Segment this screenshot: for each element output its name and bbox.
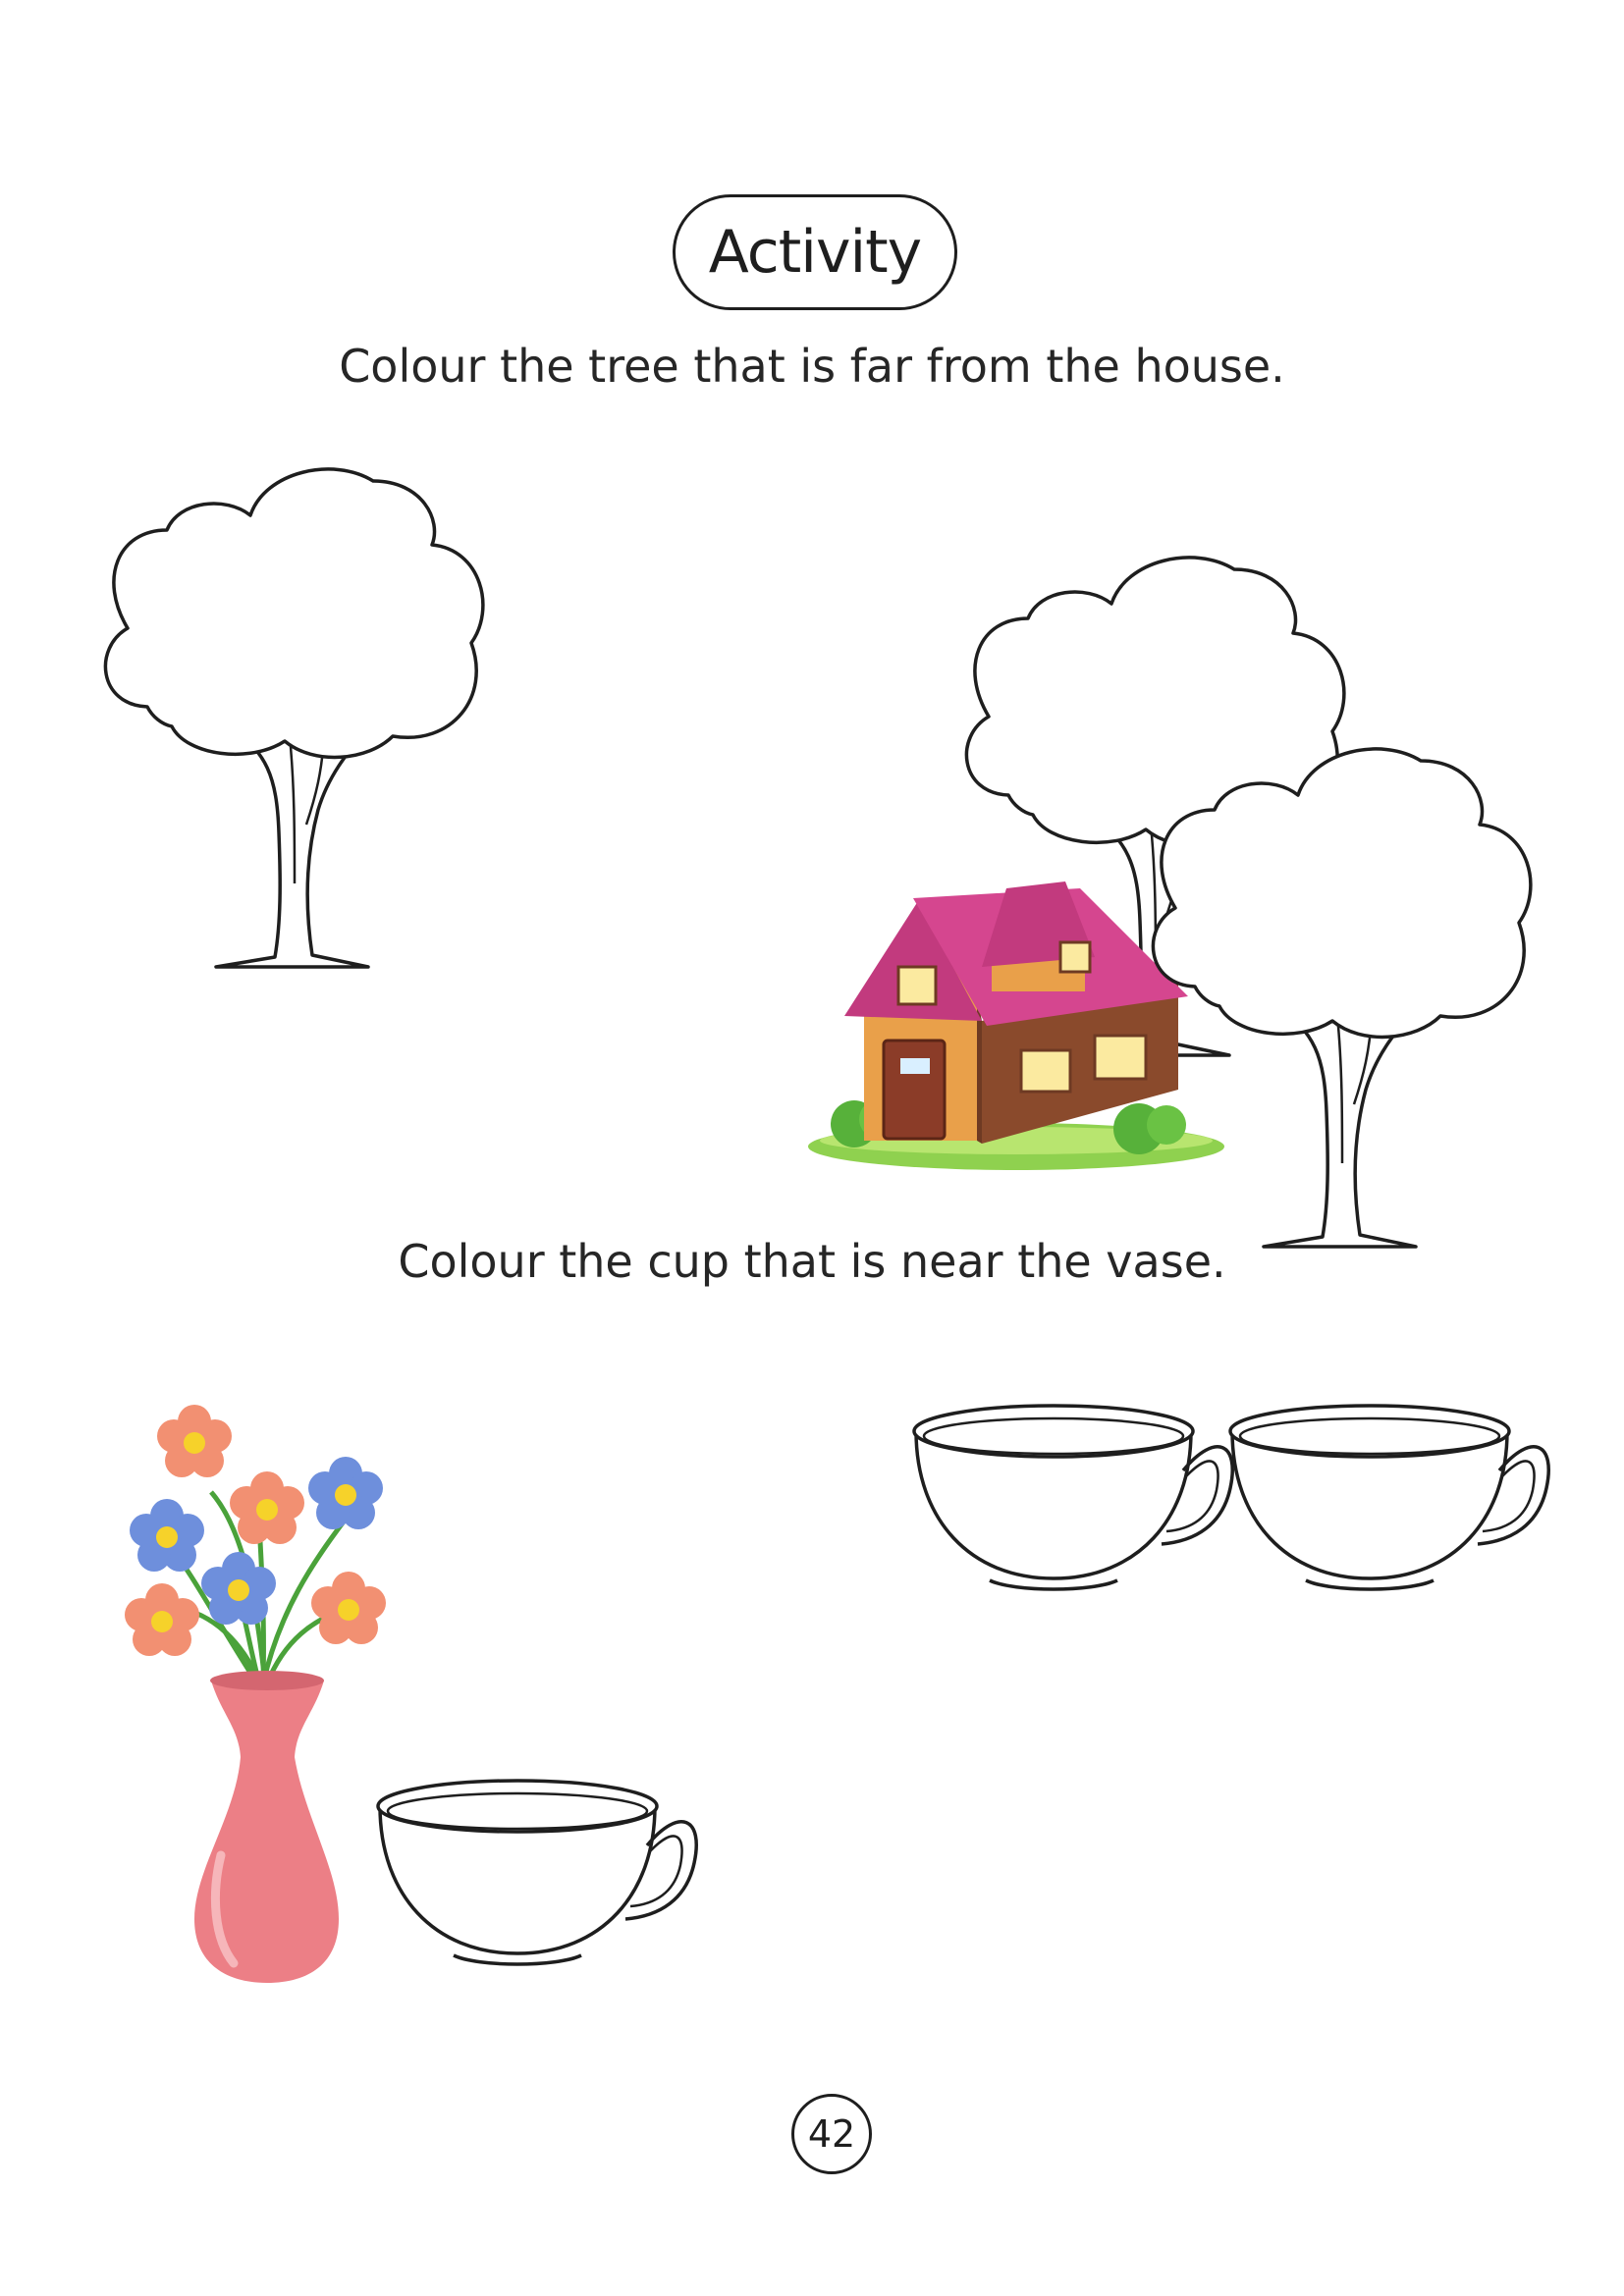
- vase-with-flowers-icon: [125, 1405, 386, 1983]
- cup-top-right-icon[interactable]: [1228, 1404, 1550, 1591]
- instruction-cup: Colour the cup that is near the vase.: [398, 1235, 1226, 1288]
- cup-top-left-icon[interactable]: [912, 1404, 1234, 1591]
- cup-near-vase-icon[interactable]: [376, 1779, 698, 1966]
- page-number: 42: [791, 2094, 872, 2174]
- tree-far-icon[interactable]: [103, 467, 485, 969]
- illustration-layer: [103, 467, 1550, 1983]
- tree-near-house-icon[interactable]: [1151, 747, 1533, 1249]
